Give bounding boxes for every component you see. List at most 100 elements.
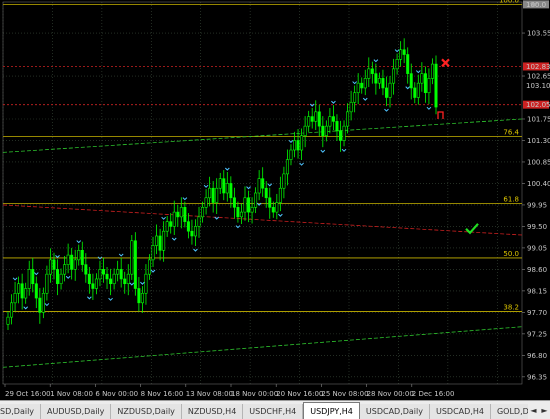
candle-body (300, 135, 304, 151)
candle-body (52, 259, 56, 270)
fib-level-label: 50.0 (503, 250, 519, 258)
price-tick-label: 102.65 (527, 73, 550, 81)
candle-body (208, 187, 212, 199)
candle-body (257, 178, 261, 194)
candle-body (31, 269, 35, 285)
candle-body (218, 178, 222, 189)
price-tick-label: 100.40 (527, 180, 550, 188)
candle-body (169, 221, 173, 227)
candle-body (261, 178, 265, 189)
candle-body (338, 130, 342, 141)
chart-tab-usdjpy-h4[interactable]: USDJPY,H4 (303, 402, 360, 419)
candle-body (158, 235, 162, 251)
chart-tab-usdcad-h4[interactable]: USDCAD,H4 (430, 404, 491, 419)
candle-body (303, 125, 307, 137)
candle-body (335, 121, 339, 132)
candle-body (34, 283, 38, 299)
price-tick-label: 96.35 (527, 373, 547, 381)
price-chart[interactable]: 100.0 76.4 61.8 50.0 38.2 103.55 102.65 101.75 1… (0, 0, 550, 419)
candle-body (87, 273, 91, 285)
candle-body (406, 54, 410, 74)
candle-body (17, 283, 21, 294)
candle-body (6, 316, 10, 325)
price-tick-label: 99.95 (527, 201, 547, 209)
price-tick-label: 101.75 (527, 115, 550, 123)
candle-body (172, 211, 176, 227)
price-tick-label: 99.05 (527, 244, 547, 252)
candle-body (102, 269, 106, 275)
price-tick-label: 101.30 (527, 137, 550, 145)
chart-background (0, 0, 550, 400)
candle-body (27, 269, 31, 289)
chart-tab-sd-daily[interactable]: SD,Daily (0, 404, 42, 419)
candle-body (137, 288, 141, 304)
candle-body (222, 178, 226, 194)
chart-tab-audusd-daily[interactable]: AUDUSD,Daily (41, 404, 112, 419)
candle-body (201, 207, 205, 218)
fib-level-label: 61.8 (503, 196, 519, 204)
candle-body (70, 254, 74, 270)
candle-body (427, 78, 431, 94)
candle-body (94, 278, 98, 289)
candle-body (232, 197, 236, 208)
candle-body (183, 207, 187, 222)
time-tick-label: 8 Nov 16:00 (141, 390, 184, 398)
tab-scroll-left-icon[interactable]: ◄ (530, 406, 536, 415)
candle-body (77, 250, 81, 261)
time-tick-label: 1 Nov 08:00 (50, 390, 93, 398)
price-tick-label: 97.25 (527, 330, 547, 338)
candle-body (331, 116, 335, 122)
candle-body (155, 235, 159, 246)
candle-body (409, 73, 413, 89)
candle-body (84, 264, 88, 275)
candle-body (56, 269, 60, 285)
candle-body (59, 273, 63, 285)
candle-body (91, 283, 95, 289)
chart-tab-usdchf-h4[interactable]: USDCHF,H4 (243, 404, 304, 419)
candle-body (423, 73, 427, 94)
candle-body (271, 207, 275, 213)
candle-body (225, 183, 229, 194)
time-tick-label: 6 Nov 00:00 (95, 390, 138, 398)
candle-body (105, 273, 109, 280)
chart-tab-nzdusd-daily[interactable]: NZDUSD,Daily (111, 404, 182, 419)
price-label-text: 102.05 (526, 101, 550, 109)
candle-body (10, 302, 14, 318)
candle-body (420, 73, 424, 84)
chart-tab-nzdusd-h4[interactable]: NZDUSD,H4 (181, 404, 244, 419)
price-tick-label: 100.85 (527, 158, 550, 166)
candle-body (360, 82, 364, 89)
price-tick-label: 98.15 (527, 287, 547, 295)
candle-body (268, 197, 272, 208)
candle-body (374, 73, 378, 84)
candle-body (123, 278, 127, 285)
candle-body (204, 197, 208, 208)
candle-body (140, 292, 144, 304)
chart-tab-usdcad-daily[interactable]: USDCAD,Daily (359, 404, 430, 419)
candle-body (328, 116, 332, 127)
candle-body (211, 187, 215, 203)
time-tick-label: 2 Dec 16:00 (412, 390, 455, 398)
candle-body (367, 68, 371, 79)
candle-body (66, 254, 70, 265)
tab-scroll-right-icon[interactable]: ► (541, 406, 547, 415)
candle-body (190, 230, 194, 237)
fib-level-label: 76.4 (503, 129, 519, 137)
candle-body (356, 82, 360, 94)
fib-level-label: 38.2 (503, 303, 519, 311)
candle-body (41, 292, 45, 313)
price-tick-label: 103.55 (527, 30, 550, 38)
candle-body (186, 221, 190, 232)
fib-level-label: 100.0 (499, 0, 519, 4)
candle-body (215, 187, 219, 203)
candle-body (80, 250, 84, 265)
candle-body (250, 207, 254, 213)
candle-body (73, 259, 77, 270)
candle-body (413, 87, 417, 98)
time-tick-label: 18 Nov 00:00 (231, 390, 278, 398)
candle-body (48, 259, 52, 275)
candle-body (282, 173, 286, 189)
candle-body (243, 197, 247, 213)
price-tick-label: 96.80 (527, 352, 547, 360)
candle-body (176, 211, 180, 218)
